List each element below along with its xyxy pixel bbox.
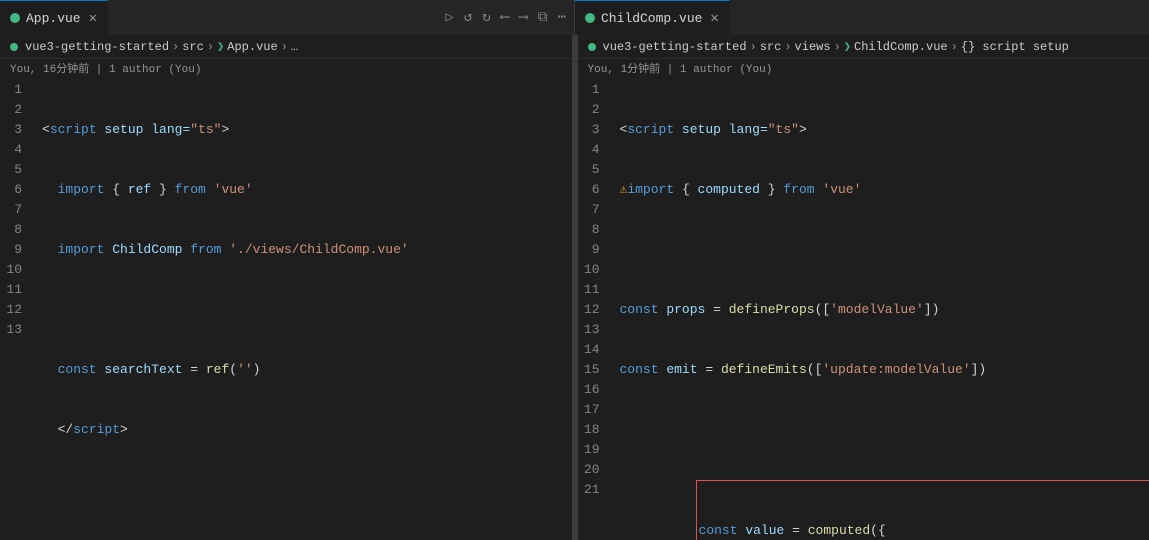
close-icon-right[interactable]: ✕	[710, 10, 718, 27]
left-code-lines: <script setup lang="ts"> import { ref } …	[38, 80, 572, 540]
vue-icon	[10, 13, 20, 23]
redo-icon[interactable]: ↻	[482, 9, 490, 26]
r-line-5: const emit = defineEmits(['update:modelV…	[620, 360, 1149, 380]
line-3: import ChildComp from './views/ChildComp…	[42, 240, 572, 260]
right-breadcrumb: vue3-getting-started › src › views › ❯ C…	[578, 35, 1149, 59]
bc-vue-icon2: ❯	[217, 39, 224, 54]
r-line-6	[620, 420, 1149, 440]
left-editor: vue3-getting-started › src › ❯ App.vue ›…	[0, 35, 573, 540]
run-icon[interactable]: ▷	[445, 9, 453, 26]
undo-icon[interactable]: ↺	[464, 9, 472, 26]
right-editor: vue3-getting-started › src › views › ❯ C…	[578, 35, 1149, 540]
line-5: const searchText = ref('')	[42, 360, 572, 380]
left-git-info: You, 16分钟前 | 1 author (You)	[0, 59, 572, 80]
r-line-2: ⚠import { computed } from 'vue'	[620, 180, 1149, 200]
tab-bar: App.vue ✕ ▷ ↺ ↻ ⟵ ⟶ ⧉ ⋯ ChildComp.vue ✕	[0, 0, 1149, 35]
line-6: </script>	[42, 420, 572, 440]
bc-filename: App.vue	[227, 40, 277, 54]
git-info-text-right: You, 1分钟前 | 1 author (You)	[588, 64, 773, 76]
right-code-lines: <script setup lang="ts"> ⚠import { compu…	[616, 80, 1149, 540]
line-1: <script setup lang="ts">	[42, 120, 572, 140]
left-code-area[interactable]: 1 2 3 4 5 6 7 8 9 10 11 12 13 <script se…	[0, 80, 572, 540]
close-icon[interactable]: ✕	[89, 10, 97, 27]
bc-r-scope: {} script setup	[961, 40, 1069, 54]
tab-label-right: ChildComp.vue	[601, 11, 702, 26]
left-line-numbers: 1 2 3 4 5 6 7 8 9 10 11 12 13	[0, 80, 38, 540]
bc-r-root: vue3-getting-started	[603, 40, 747, 54]
line-2: import { ref } from 'vue'	[42, 180, 572, 200]
toolbar: ▷ ↺ ↻ ⟵ ⟶ ⧉ ⋯	[437, 9, 574, 26]
back-icon[interactable]: ⟵	[501, 9, 509, 26]
r-line-4: const props = defineProps(['modelValue']…	[620, 300, 1149, 320]
git-info-text: You, 16分钟前 | 1 author (You)	[10, 64, 201, 76]
right-line-numbers: 1 2 3 4 5 6 7 8 9 10 11 12 13 14 15 16 1	[578, 80, 616, 540]
right-git-info: You, 1分钟前 | 1 author (You)	[578, 59, 1149, 80]
vue-dot-right	[588, 43, 596, 51]
bc-r-src: src	[760, 40, 782, 54]
forward-icon[interactable]: ⟶	[519, 9, 527, 26]
r-line-7: const value = computed({	[699, 521, 1149, 540]
split-icon[interactable]: ⧉	[538, 10, 548, 26]
vue-icon-right	[585, 13, 595, 23]
bc-src: src	[182, 40, 204, 54]
bc-r-views: views	[795, 40, 831, 54]
bc-r-filename: ChildComp.vue	[854, 40, 948, 54]
right-code-area[interactable]: 1 2 3 4 5 6 7 8 9 10 11 12 13 14 15 16 1	[578, 80, 1149, 540]
left-breadcrumb: vue3-getting-started › src › ❯ App.vue ›…	[0, 35, 572, 59]
editors-container: vue3-getting-started › src › ❯ App.vue ›…	[0, 35, 1149, 540]
line-7	[42, 480, 572, 500]
bc-r-vue-icon: ❯	[844, 39, 851, 54]
tab-childcomp-vue[interactable]: ChildComp.vue ✕	[575, 0, 730, 35]
more-icon[interactable]: ⋯	[558, 9, 566, 26]
breadcrumb-text: vue3-getting-started	[25, 40, 169, 54]
tab-label: App.vue	[26, 11, 81, 26]
r-line-1: <script setup lang="ts">	[620, 120, 1149, 140]
r-line-3	[620, 240, 1149, 260]
tab-app-vue[interactable]: App.vue ✕	[0, 0, 108, 35]
red-box-block: const value = computed({ get() { return …	[696, 480, 1149, 540]
line-4	[42, 300, 572, 320]
bc-ellipsis: …	[291, 40, 298, 54]
vue-dot-left	[10, 43, 18, 51]
